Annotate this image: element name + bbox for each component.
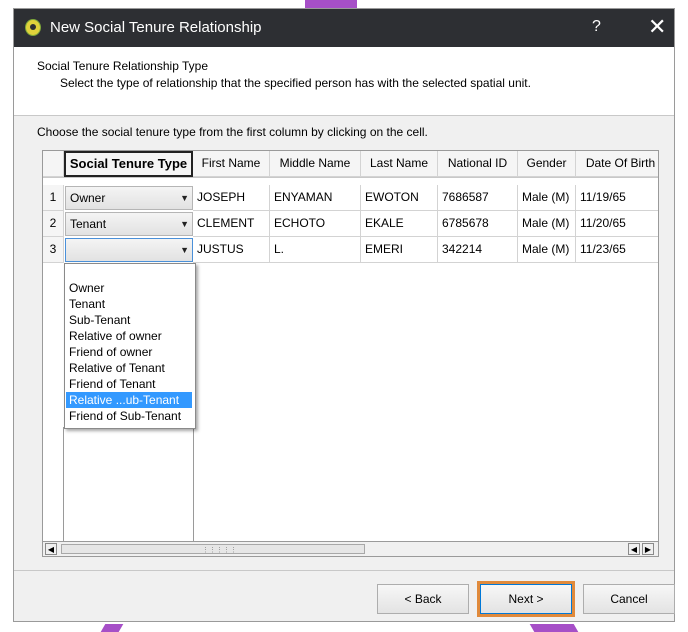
- column-header-gender[interactable]: Gender: [518, 151, 576, 177]
- first-name-cell[interactable]: JOSEPH: [193, 185, 270, 211]
- national-id-cell[interactable]: 6785678: [438, 211, 518, 237]
- date-of-birth-cell[interactable]: 11/19/65: [576, 185, 658, 211]
- column-header-middle-name[interactable]: Middle Name: [270, 151, 361, 177]
- background-shape: [529, 624, 579, 632]
- gender-cell[interactable]: Male (M): [518, 237, 576, 263]
- combo-value: Owner: [70, 191, 106, 205]
- middle-name-cell[interactable]: ECHOTO: [270, 211, 361, 237]
- dropdown-option[interactable]: Friend of owner: [66, 344, 192, 360]
- table-header: Social Tenure Type First Name Middle Nam…: [43, 151, 658, 178]
- tenure-type-dropdown-list[interactable]: Owner Tenant Sub-Tenant Relative of owne…: [64, 263, 196, 429]
- column-header-last-name[interactable]: Last Name: [361, 151, 438, 177]
- dialog-window: New Social Tenure Relationship ? ✕ Socia…: [13, 8, 675, 622]
- wizard-header: Social Tenure Relationship Type Select t…: [14, 47, 674, 116]
- next-button[interactable]: Next >: [480, 584, 572, 614]
- scroll-left-icon[interactable]: ◀: [628, 543, 640, 555]
- grip-icon: ⋮⋮⋮⋮⋮: [202, 547, 237, 554]
- dropdown-option[interactable]: Owner: [66, 280, 192, 296]
- tenure-type-combo[interactable]: ▼: [65, 238, 193, 262]
- dropdown-option[interactable]: Relative of Tenant: [66, 360, 192, 376]
- title-bar: New Social Tenure Relationship ? ✕: [14, 9, 674, 47]
- dropdown-arrow-icon: ▼: [180, 193, 189, 203]
- last-name-cell[interactable]: EWOTON: [361, 185, 438, 211]
- first-name-cell[interactable]: JUSTUS: [193, 237, 270, 263]
- scroll-right-icon[interactable]: ▶: [642, 543, 654, 555]
- date-of-birth-cell[interactable]: 11/20/65: [576, 211, 658, 237]
- back-button[interactable]: < Back: [377, 584, 469, 614]
- dropdown-arrow-icon: ▼: [180, 219, 189, 229]
- column-header-date-of-birth[interactable]: Date Of Birth: [576, 151, 658, 177]
- first-name-cell[interactable]: CLEMENT: [193, 211, 270, 237]
- middle-name-cell[interactable]: ENYAMAN: [270, 185, 361, 211]
- page-title: Social Tenure Relationship Type: [37, 59, 208, 73]
- dialog-title: New Social Tenure Relationship: [50, 19, 262, 36]
- row-number[interactable]: 1: [43, 185, 64, 211]
- date-of-birth-cell[interactable]: 11/23/65: [576, 237, 658, 263]
- tenure-type-combo[interactable]: Tenant ▼: [65, 212, 193, 236]
- dropdown-option[interactable]: Friend of Sub-Tenant: [66, 408, 192, 424]
- cancel-button[interactable]: Cancel: [583, 584, 675, 614]
- row-number[interactable]: 2: [43, 211, 64, 237]
- national-id-cell[interactable]: 342214: [438, 237, 518, 263]
- page-subtitle: Select the type of relationship that the…: [60, 76, 531, 90]
- middle-name-cell[interactable]: L.: [270, 237, 361, 263]
- background-shape: [100, 624, 124, 632]
- qgis-logo-icon: [25, 19, 41, 36]
- national-id-cell[interactable]: 7686587: [438, 185, 518, 211]
- dropdown-option[interactable]: Friend of Tenant: [66, 376, 192, 392]
- dropdown-option[interactable]: Relative of owner: [66, 328, 192, 344]
- combo-value: Tenant: [70, 217, 107, 231]
- tenure-type-combo[interactable]: Owner ▼: [65, 186, 193, 210]
- corner-cell[interactable]: [43, 151, 64, 177]
- dropdown-option[interactable]: Tenant: [66, 296, 192, 312]
- close-icon[interactable]: ✕: [648, 14, 666, 40]
- footer-divider: [14, 570, 674, 571]
- help-button[interactable]: ?: [592, 18, 601, 36]
- combo-column-extension: [63, 427, 194, 541]
- column-header-first-name[interactable]: First Name: [193, 151, 270, 177]
- dropdown-option-highlighted[interactable]: Relative ...ub-Tenant: [66, 392, 192, 408]
- gender-cell[interactable]: Male (M): [518, 211, 576, 237]
- scrollbar-thumb[interactable]: ⋮⋮⋮⋮⋮: [61, 544, 365, 554]
- dropdown-option[interactable]: Sub-Tenant: [66, 312, 192, 328]
- last-name-cell[interactable]: EMERI: [361, 237, 438, 263]
- instruction-text: Choose the social tenure type from the f…: [37, 125, 428, 139]
- row-number[interactable]: 3: [43, 237, 64, 263]
- horizontal-scrollbar[interactable]: ◀ ⋮⋮⋮⋮⋮ ◀ ▶: [42, 541, 659, 557]
- column-header-national-id[interactable]: National ID: [438, 151, 518, 177]
- column-header-tenure-type[interactable]: Social Tenure Type: [64, 151, 193, 177]
- scroll-left-icon[interactable]: ◀: [45, 543, 57, 555]
- dropdown-arrow-icon: ▼: [180, 245, 189, 255]
- gender-cell[interactable]: Male (M): [518, 185, 576, 211]
- last-name-cell[interactable]: EKALE: [361, 211, 438, 237]
